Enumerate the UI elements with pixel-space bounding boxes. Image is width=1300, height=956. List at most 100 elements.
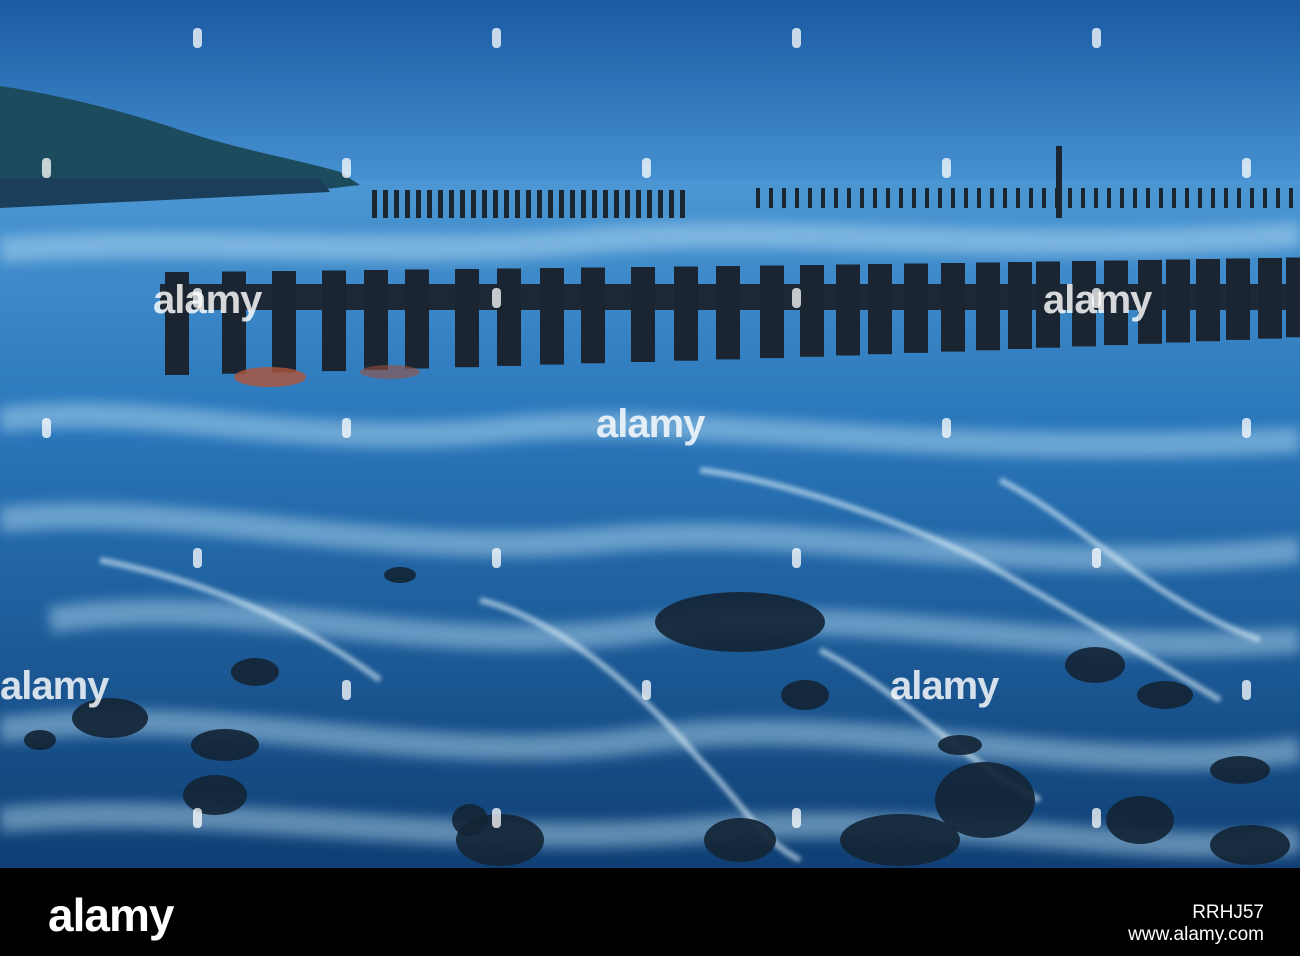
groyne-post [1196,259,1220,342]
far-post [1250,188,1254,208]
watermark-dot [942,418,951,438]
far-post [1159,188,1163,208]
far-post [990,188,994,208]
groyne-post [272,271,296,373]
far-post [1133,188,1137,208]
far-post [438,190,443,218]
groyne-post [976,262,1000,351]
far-post [1172,188,1176,208]
rock [655,592,825,652]
groyne-post [836,264,860,356]
far-post [912,188,916,208]
watermark-dot [342,158,351,178]
far-post [383,190,388,218]
far-post [1276,188,1280,208]
groyne-post [800,265,824,357]
far-post [1211,188,1215,208]
image-id: RRHJ57 [1192,902,1264,923]
groyne-post [540,268,564,365]
watermark-dot [1092,548,1101,568]
seascape-photo: alamy alamy alamy alamy alamy [0,0,1300,868]
rock [1210,756,1270,784]
groyne-post [760,265,784,359]
far-post [1003,188,1007,208]
watermark-dot [193,808,202,828]
far-post [808,188,812,208]
footer-logo[interactable]: alamy [48,888,174,942]
far-post [1094,188,1098,208]
far-post [471,190,476,218]
far-post [592,190,597,218]
far-post [427,190,432,218]
far-post [460,190,465,218]
rock [938,735,982,755]
far-post [1263,188,1267,208]
watermark-dot [1092,808,1101,828]
far-post [886,188,890,208]
far-post [821,188,825,208]
far-post [925,188,929,208]
far-post [1120,188,1124,208]
groyne-post [716,266,740,360]
far-post [899,188,903,208]
watermark-dot [342,418,351,438]
groyne-post [1008,262,1032,349]
watermark-dot [1242,680,1251,700]
far-post [559,190,564,218]
rock [1106,796,1174,844]
rock [840,814,960,866]
rock [1137,681,1193,709]
far-post [873,188,877,208]
groyne-post [1166,259,1190,343]
rock [24,730,56,750]
far-post [1016,188,1020,208]
watermark-dot [492,288,501,308]
watermark-dot [792,28,801,48]
far-post [405,190,410,218]
footer-url[interactable]: www.alamy.com [1128,924,1264,946]
far-post [537,190,542,218]
footer-bar: alamy RRHJ57 www.alamy.com [0,868,1300,956]
far-post [504,190,509,218]
far-post [1289,188,1293,208]
far-post [570,190,575,218]
far-post [526,190,531,218]
rock [191,729,259,761]
rock [384,567,416,583]
far-post [482,190,487,218]
far-post [680,190,685,218]
watermark-dot [42,418,51,438]
rock [1065,647,1125,683]
far-post [636,190,641,218]
watermark-dot [792,288,801,308]
far-post [625,190,630,218]
far-post [515,190,520,218]
far-post [1068,188,1072,208]
far-post [1081,188,1085,208]
groyne-post [455,269,479,368]
far-post [614,190,619,218]
far-post [1237,188,1241,208]
watermark-upper-left: alamy [153,278,262,322]
far-post [1042,188,1046,208]
groyne-post [868,264,892,355]
far-post [860,188,864,208]
watermark-dot [193,548,202,568]
watermark-dot [1242,158,1251,178]
far-post [1029,188,1033,208]
watermark-dot [642,158,651,178]
groyne-post [364,270,388,370]
far-post [769,188,773,208]
watermark-dot [193,288,202,308]
watermark-right: alamy [890,664,999,708]
watermark-dot [492,548,501,568]
watermark-dot [1092,28,1101,48]
watermark-dot [642,680,651,700]
rock [452,804,488,836]
far-post [416,190,421,218]
watermark-dot [792,548,801,568]
orange-debris-2 [360,365,420,379]
far-post [951,188,955,208]
far-post [1198,188,1202,208]
foam-streak [0,222,1300,263]
